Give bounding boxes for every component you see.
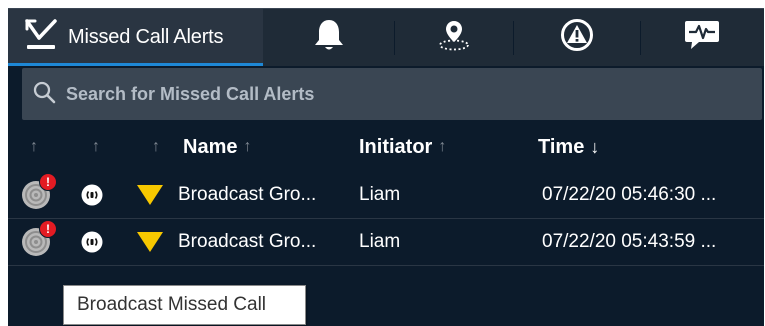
sort-arrow-icon: ↑ xyxy=(243,138,252,155)
priority-cell xyxy=(136,172,164,218)
column-header-name[interactable]: Name ↑ xyxy=(183,124,251,170)
column-header-status[interactable]: ↑ xyxy=(30,124,38,170)
table-header: ↑ ↑ ↑ Name ↑ Initiator ↑ Time ↓ xyxy=(8,124,764,170)
tab-location[interactable] xyxy=(394,9,513,66)
sort-arrow-icon: ↑ xyxy=(438,138,447,155)
tooltip: Broadcast Missed Call xyxy=(63,285,306,325)
alert-badge: ! xyxy=(39,173,57,191)
heartbeat-chat-icon xyxy=(683,18,721,57)
sort-arrow-icon: ↑ xyxy=(152,138,160,155)
sort-arrow-icon: ↑ xyxy=(92,138,100,155)
tab-emergency[interactable] xyxy=(513,9,640,66)
table-row[interactable]: ! Broadcast Gro... Liam 07/22/20 05:46:3… xyxy=(8,172,764,219)
sort-arrow-icon: ↓ xyxy=(590,136,600,157)
column-header-priority[interactable]: ↑ xyxy=(152,124,160,170)
column-header-type[interactable]: ↑ xyxy=(92,124,100,170)
initiator-cell: Liam xyxy=(359,231,401,252)
tab-label-missed-call-alerts: Missed Call Alerts xyxy=(68,26,224,48)
search-icon xyxy=(32,80,56,109)
status-cell: ! xyxy=(21,172,57,218)
tab-status[interactable] xyxy=(640,9,764,66)
priority-triangle-icon xyxy=(137,185,163,205)
column-header-initiator-label: Initiator xyxy=(359,135,433,158)
column-header-time[interactable]: Time ↓ xyxy=(538,124,599,170)
table-row[interactable]: ! Broadcast Gro... Liam 07/22/20 05:43:5… xyxy=(8,219,764,266)
location-pin-icon xyxy=(437,18,471,57)
search-input[interactable] xyxy=(66,83,706,105)
missed-call-icon xyxy=(24,18,58,57)
name-cell: Broadcast Gro... xyxy=(178,231,317,252)
type-cell xyxy=(81,172,103,218)
alert-badge: ! xyxy=(39,220,57,238)
time-cell: 07/22/20 05:43:59 ... xyxy=(542,231,717,252)
active-tab-indicator xyxy=(8,63,263,66)
broadcast-call-icon xyxy=(81,184,103,206)
warning-icon xyxy=(560,18,594,57)
avatar: ! xyxy=(21,173,57,210)
priority-triangle-icon xyxy=(137,232,163,252)
bell-icon xyxy=(313,18,345,57)
search-bar xyxy=(22,68,762,120)
broadcast-call-icon xyxy=(81,231,103,253)
type-cell xyxy=(81,219,103,265)
column-header-initiator[interactable]: Initiator ↑ xyxy=(359,124,446,170)
priority-cell xyxy=(136,219,164,265)
time-cell: 07/22/20 05:46:30 ... xyxy=(542,184,717,205)
missed-call-panel: Missed Call Alerts Search for Missed Cal… xyxy=(8,8,764,326)
tab-bar: Missed Call Alerts xyxy=(8,9,764,66)
column-header-time-label: Time xyxy=(538,135,585,158)
tab-alerts[interactable] xyxy=(263,9,394,66)
avatar: ! xyxy=(21,220,57,257)
name-cell: Broadcast Gro... xyxy=(178,184,317,205)
tab-missed-call-alerts[interactable]: Missed Call Alerts xyxy=(8,9,263,66)
column-header-name-label: Name xyxy=(183,135,238,158)
initiator-cell: Liam xyxy=(359,184,401,205)
sort-arrow-icon: ↑ xyxy=(30,138,38,155)
status-cell: ! xyxy=(21,219,57,265)
